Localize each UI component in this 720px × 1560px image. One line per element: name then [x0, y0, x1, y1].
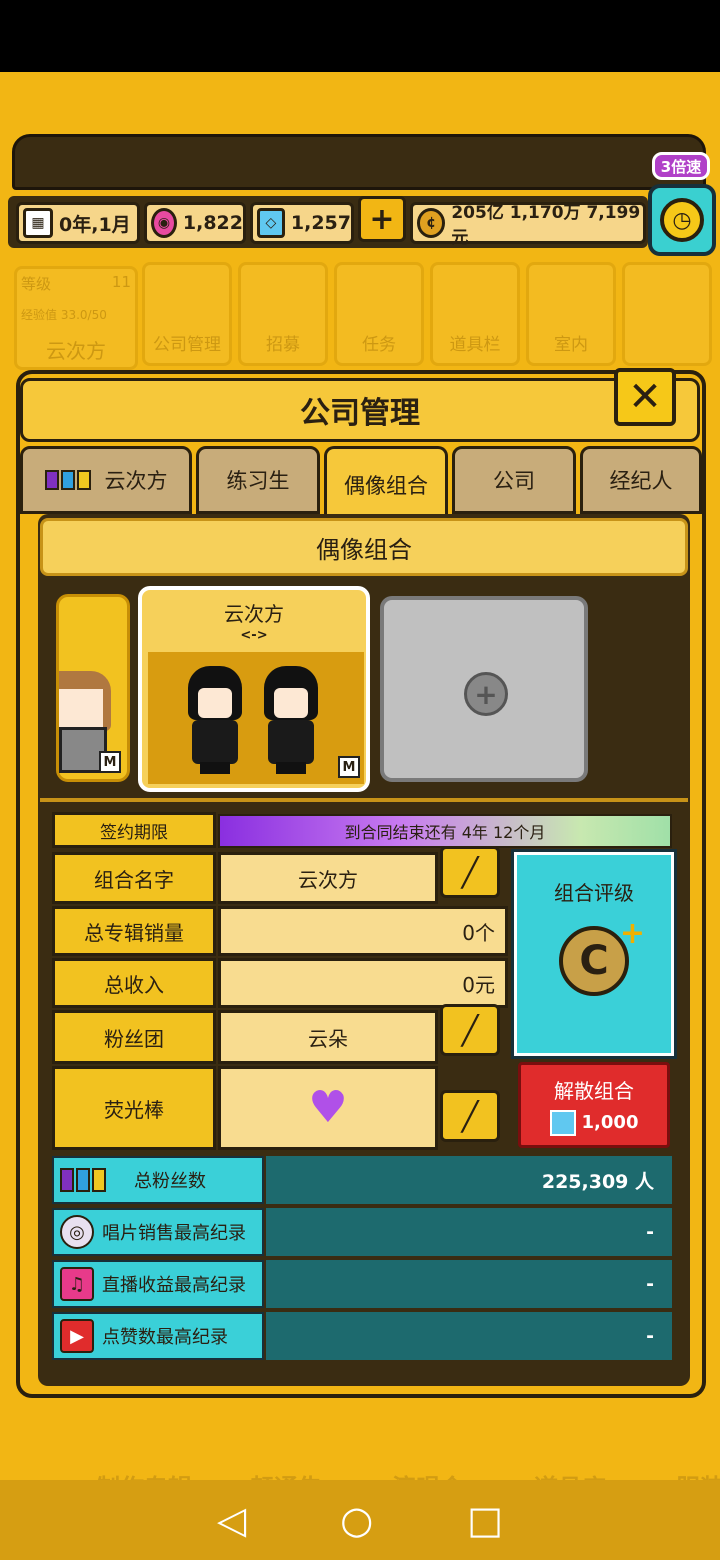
status-bar: [0, 0, 720, 72]
add-currency-button[interactable]: +: [358, 196, 406, 242]
add-icon: +: [464, 672, 508, 716]
album-sales-value: 0个: [218, 906, 508, 956]
heart-lightstick-icon: ♥: [308, 1082, 348, 1133]
album-sales-label: 总专辑销量: [52, 906, 216, 956]
home-icon[interactable]: ○: [340, 1501, 373, 1539]
group-card-previous[interactable]: M: [56, 594, 130, 782]
stat-live-income: ♫ 直播收益最高纪录: [52, 1260, 264, 1308]
speed-badge: 3倍速: [652, 152, 710, 180]
stat-fans: 总粉丝数: [52, 1156, 264, 1204]
close-button[interactable]: ✕: [614, 368, 676, 426]
menu-task: 任务: [334, 262, 424, 366]
lightstick-value: ♥: [218, 1066, 438, 1150]
stat-label: 唱片销售最高纪录: [102, 1223, 246, 1244]
stat-label: 点赞数最高纪录: [102, 1327, 228, 1348]
member-2: [260, 666, 322, 776]
diamond-count: 1,257: [290, 212, 351, 234]
background-menu: 公司管理 招募 任务 道具栏 室内: [0, 262, 720, 370]
money-display: ¢ 205亿 1,170万 7,199元: [410, 202, 646, 248]
rating-label: 组合评级: [554, 881, 634, 905]
pink-gem-icon: ◉: [151, 208, 177, 238]
pencil-icon: ╱: [461, 1013, 479, 1047]
member-1: [184, 666, 246, 776]
fans-icon: [44, 470, 91, 490]
panel-title: 公司管理: [20, 378, 700, 442]
group-portrait: M: [148, 652, 364, 784]
disband-label: 解散组合: [554, 1078, 634, 1103]
tab-trainees[interactable]: 练习生: [196, 446, 320, 514]
section-title: 偶像组合: [40, 518, 688, 576]
group-card-selected[interactable]: 云次方 <-> M: [138, 586, 370, 792]
selected-group-name: 云次方: [224, 602, 284, 626]
fans-icon: [60, 1168, 106, 1192]
tab-label: 云次方: [104, 469, 168, 493]
group-name-label: 组合名字: [52, 852, 216, 904]
speed-clock-button[interactable]: ◷: [648, 184, 716, 256]
income-value: 0元: [218, 958, 508, 1008]
rating-grade-icon: C +: [559, 916, 645, 996]
menu-room: 室内: [526, 262, 616, 366]
stat-record-sales: ◎ 唱片销售最高纪录: [52, 1208, 264, 1256]
disband-group-button[interactable]: 解散组合 1,000: [518, 1062, 670, 1148]
diamond-icon: ◇: [257, 208, 285, 238]
menu-extra: [622, 262, 712, 366]
diamond-display: ◇ 1,257: [250, 202, 354, 244]
clock-icon: ◷: [660, 198, 704, 242]
date-display: ▦ 0年,1月: [16, 202, 140, 244]
system-nav-bar: ◁ ○ □: [0, 1480, 720, 1560]
money-text: 205亿 1,170万 7,199元: [451, 203, 641, 248]
edit-name-button[interactable]: ╱: [440, 846, 500, 898]
top-banner: [12, 134, 706, 190]
fanclub-label: 粉丝团: [52, 1010, 216, 1064]
recents-icon[interactable]: □: [467, 1501, 503, 1539]
close-icon: ✕: [628, 374, 662, 420]
tab-idol-groups[interactable]: 偶像组合: [324, 446, 448, 520]
edit-lightstick-button[interactable]: ╱: [440, 1090, 500, 1142]
contract-bar: 到合同结束还有 4年 12个月: [218, 814, 672, 848]
tab-company[interactable]: 公司: [452, 446, 576, 514]
background-bottom-menu: 制作专辑 赶通告 演唱会 道具店 服装: [0, 1398, 720, 1502]
lightstick-label: 荧光棒: [52, 1066, 216, 1150]
pencil-icon: ╱: [461, 1099, 479, 1133]
coin-icon: ¢: [417, 208, 446, 238]
pencil-icon: ╱: [461, 855, 479, 889]
play-icon: ▶: [60, 1319, 94, 1353]
tab-agents[interactable]: 经纪人: [580, 446, 702, 514]
stat-fans-value: 225,309 人: [266, 1156, 672, 1204]
menu-recruit: 招募: [238, 262, 328, 366]
disc-icon: ◎: [60, 1215, 94, 1249]
stat-likes-value: -: [266, 1312, 672, 1360]
stat-label: 总粉丝数: [134, 1171, 206, 1192]
menu-inventory: 道具栏: [430, 262, 520, 366]
stat-label: 直播收益最高纪录: [102, 1275, 246, 1296]
calendar-icon: ▦: [23, 208, 53, 238]
contract-label: 签约期限: [52, 812, 216, 848]
add-group-slot[interactable]: +: [380, 596, 588, 782]
date-text: 0年,1月: [59, 213, 131, 236]
disband-cost: 1,000: [581, 1112, 639, 1133]
diamond-icon: [549, 1109, 576, 1136]
stat-live-income-value: -: [266, 1260, 672, 1308]
stat-likes: ▶ 点赞数最高纪录: [52, 1312, 264, 1360]
back-icon[interactable]: ◁: [217, 1501, 246, 1539]
swap-arrows: <->: [240, 628, 268, 643]
group-rating-box[interactable]: 组合评级 C +: [511, 849, 677, 1059]
tab-group-name[interactable]: 云次方: [20, 446, 192, 514]
character-face: [59, 689, 103, 729]
plus-icon: +: [369, 201, 395, 237]
gem-display: ◉ 1,822: [144, 202, 246, 244]
gender-badge: M: [338, 756, 360, 778]
edit-fanclub-button[interactable]: ╱: [440, 1004, 500, 1056]
fanclub-value: 云朵: [218, 1010, 438, 1064]
stat-record-sales-value: -: [266, 1208, 672, 1256]
income-label: 总收入: [52, 958, 216, 1008]
music-note-icon: ♫: [60, 1267, 94, 1301]
group-name-value: 云次方: [218, 852, 438, 904]
contract-text: 到合同结束还有 4年 12个月: [344, 823, 546, 842]
gem-count: 1,822: [182, 212, 243, 234]
menu-company: 公司管理: [142, 262, 232, 366]
gender-badge: M: [99, 751, 121, 773]
